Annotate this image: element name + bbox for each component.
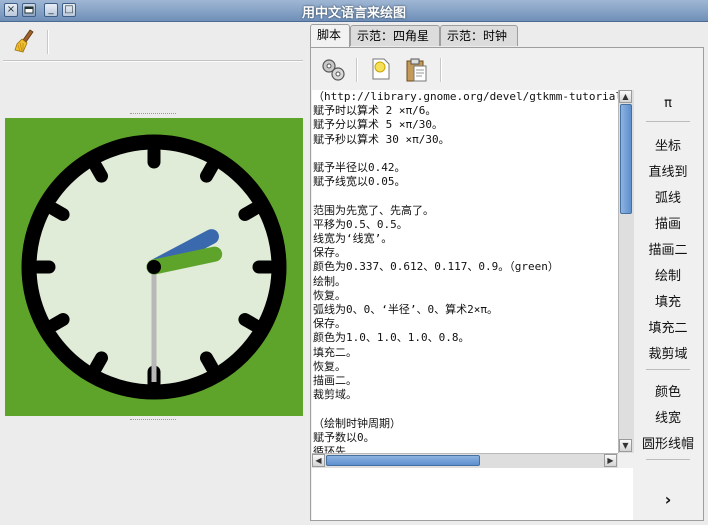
palette-item-clip[interactable]: 裁剪域 [634,343,702,362]
clock-drawing [5,118,303,416]
palette-item-paint[interactable]: 绘制 [634,265,702,284]
palette-item-fill[interactable]: 填充 [634,291,702,310]
gears-icon[interactable] [320,57,346,83]
palette-separator [646,459,690,460]
title-bar: × _ □ 用中文语言来绘图 [0,0,708,22]
toolbar-divider [3,60,303,62]
palette-item-round-cap[interactable]: 圆形线帽 [634,433,702,452]
script-editor[interactable]: （http://library.gnome.org/devel/gtkmm-tu… [312,90,618,453]
tab-script[interactable]: 脚本 [310,24,350,47]
vertical-scrollbar[interactable]: ▲ ▼ [618,90,634,453]
pane-grip-bottom[interactable] [130,419,176,423]
clock-tick [89,160,108,183]
toolbar-separator [440,58,442,82]
drawing-canvas [5,118,303,416]
script-text[interactable]: （http://library.gnome.org/devel/gtkmm-tu… [312,90,618,453]
palette-item-fill-preserve[interactable]: 填充二 [634,317,702,336]
palette-item-pi[interactable]: π [634,96,702,111]
palette-item-line-width[interactable]: 线宽 [634,407,702,426]
clock-tick [238,202,261,221]
palette-item-arc[interactable]: 弧线 [634,187,702,206]
palette-item-coordinate[interactable]: 坐标 [634,135,702,154]
palette-more-button[interactable]: › [634,490,702,509]
output-area [312,468,633,520]
palette-item-color[interactable]: 颜色 [634,381,702,400]
palette-separator [646,369,690,370]
vertical-scroll-thumb[interactable] [620,104,632,214]
palette-item-line-to[interactable]: 直线到 [634,161,702,180]
palette-item-stroke[interactable]: 描画 [634,213,702,232]
clock-tick [200,160,219,183]
window-title: 用中文语言来绘图 [301,6,406,21]
tab-demo-clock[interactable]: 示范：时钟 [440,25,518,46]
clock-tick [47,202,70,221]
palette-separator [646,121,690,122]
toolbar-separator [47,30,49,54]
scroll-right-button[interactable]: ▶ [604,454,617,467]
toolbar-separator [356,58,358,82]
palette-item-stroke-preserve[interactable]: 描画二 [634,239,702,258]
scroll-down-button[interactable]: ▼ [619,439,632,452]
scroll-left-button[interactable]: ◀ [312,454,325,467]
horizontal-scroll-thumb[interactable] [326,455,480,466]
paste-icon[interactable] [405,57,429,83]
clock-tick [200,351,219,374]
clock-tick [47,313,70,332]
clock-tick [238,313,261,332]
new-script-icon[interactable] [369,57,393,81]
broom-icon[interactable] [14,29,36,53]
clock-tick [89,351,108,374]
pane-grip-top[interactable] [130,113,176,117]
tab-demo-star[interactable]: 示范：四角星 [350,25,440,46]
scroll-up-button[interactable]: ▲ [619,90,632,103]
clock-center-dot [147,260,161,274]
horizontal-scrollbar[interactable]: ◀ ▶ [312,453,618,468]
